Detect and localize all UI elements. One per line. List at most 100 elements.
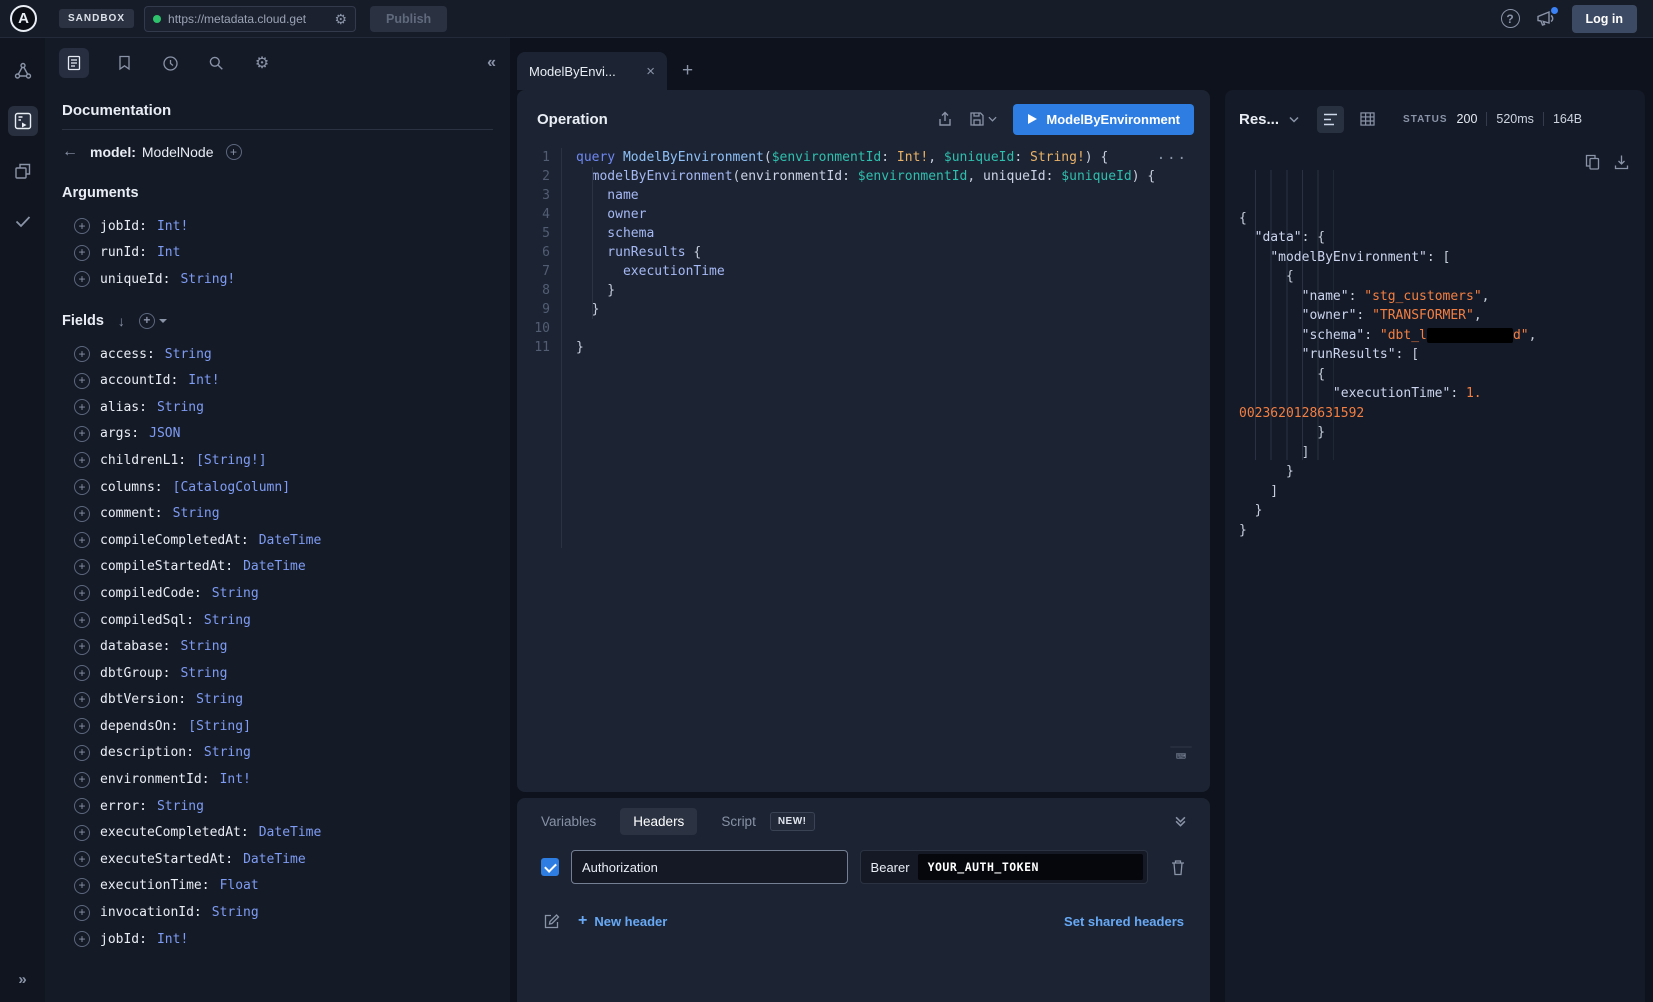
field-row[interactable]: accountId:Int! xyxy=(74,367,493,394)
add-field-to-query-icon[interactable] xyxy=(74,905,90,921)
field-type-link[interactable]: String xyxy=(204,745,251,760)
field-row[interactable]: compiledSql:String xyxy=(74,607,493,634)
field-type-link[interactable]: Int! xyxy=(157,219,188,234)
nav-explorer-icon[interactable] xyxy=(8,106,38,136)
add-field-to-query-icon[interactable] xyxy=(74,452,90,468)
field-type-link[interactable]: Int xyxy=(157,245,180,260)
header-value-input[interactable]: Bearer YOUR_AUTH_TOKEN xyxy=(860,850,1148,884)
apollo-logo[interactable]: A xyxy=(10,5,37,32)
history-icon[interactable] xyxy=(159,52,181,74)
add-all-fields-icon[interactable] xyxy=(139,313,155,329)
tab-variables[interactable]: Variables xyxy=(541,814,596,829)
add-field-to-query-icon[interactable] xyxy=(74,692,90,708)
field-type-link[interactable]: [CatalogColumn] xyxy=(173,480,290,495)
field-type-link[interactable]: String xyxy=(204,613,251,628)
add-type-to-query-icon[interactable] xyxy=(226,144,242,160)
field-row[interactable]: compiledCode:String xyxy=(74,580,493,607)
field-type-link[interactable]: Int! xyxy=(220,772,251,787)
add-field-to-query-icon[interactable] xyxy=(74,399,90,415)
add-field-to-query-icon[interactable] xyxy=(74,878,90,894)
publish-button[interactable]: Publish xyxy=(370,6,447,32)
new-tab-icon[interactable]: + xyxy=(682,60,693,82)
endpoint-url-text[interactable]: https://metadata.cloud.get xyxy=(168,12,327,26)
docs-tab-icon[interactable] xyxy=(59,48,89,78)
field-row[interactable]: description:String xyxy=(74,740,493,767)
add-field-to-query-icon[interactable] xyxy=(74,825,90,841)
field-type-link[interactable]: String! xyxy=(180,272,235,287)
graphql-editor[interactable]: 1234567891011 query ModelByEnvironment($… xyxy=(517,148,1210,548)
add-field-to-query-icon[interactable] xyxy=(74,798,90,814)
field-type-link[interactable]: [String!] xyxy=(196,453,266,468)
field-row[interactable]: runId:Int xyxy=(74,240,493,267)
field-row[interactable]: compileCompletedAt:DateTime xyxy=(74,527,493,554)
share-operation-icon[interactable] xyxy=(937,111,953,127)
search-icon[interactable] xyxy=(205,52,227,74)
settings-gear-icon[interactable]: ⚙ xyxy=(251,52,273,74)
nav-collections-icon[interactable] xyxy=(8,156,38,186)
endpoint-url-input[interactable]: https://metadata.cloud.get ⚙ xyxy=(144,6,356,32)
field-row[interactable]: dbtGroup:String xyxy=(74,660,493,687)
operation-menu-icon[interactable]: ··· xyxy=(1157,150,1188,169)
add-field-to-query-icon[interactable] xyxy=(74,506,90,522)
add-field-to-query-icon[interactable] xyxy=(74,585,90,601)
field-type-link[interactable]: JSON xyxy=(149,426,180,441)
field-row[interactable]: jobId:Int! xyxy=(74,926,493,953)
field-type-link[interactable]: String xyxy=(157,400,204,415)
header-key-input[interactable] xyxy=(571,850,848,884)
field-type-link[interactable]: String xyxy=(212,905,259,920)
add-field-to-query-icon[interactable] xyxy=(74,346,90,362)
table-view-icon[interactable] xyxy=(1354,106,1381,133)
tab-headers[interactable]: Headers xyxy=(620,808,697,835)
field-row[interactable]: invocationId:String xyxy=(74,899,493,926)
tab-script[interactable]: Script xyxy=(721,814,756,829)
run-operation-button[interactable]: ModelByEnvironment xyxy=(1013,104,1194,135)
close-tab-icon[interactable]: × xyxy=(646,64,655,79)
add-field-to-query-icon[interactable] xyxy=(74,639,90,655)
field-type-link[interactable]: Int! xyxy=(188,373,219,388)
back-arrow-icon[interactable]: ← xyxy=(62,143,78,161)
field-row[interactable]: comment:String xyxy=(74,500,493,527)
field-type-link[interactable]: String xyxy=(165,347,212,362)
field-type-link[interactable]: DateTime xyxy=(259,825,322,840)
add-field-to-query-icon[interactable] xyxy=(74,665,90,681)
nav-checks-icon[interactable] xyxy=(8,206,38,236)
collapse-sidebar-icon[interactable]: « xyxy=(487,54,496,72)
announcements-icon[interactable] xyxy=(1536,10,1556,28)
field-type-link[interactable]: String xyxy=(180,666,227,681)
add-field-to-query-icon[interactable] xyxy=(74,931,90,947)
add-field-to-query-icon[interactable] xyxy=(74,532,90,548)
add-field-to-query-icon[interactable] xyxy=(74,745,90,761)
set-shared-headers-link[interactable]: Set shared headers xyxy=(1064,914,1184,929)
field-row[interactable]: database:String xyxy=(74,633,493,660)
response-json[interactable]: { "data": { "modelByEnvironment": [ { "n… xyxy=(1239,150,1631,540)
nav-schema-icon[interactable] xyxy=(8,56,38,86)
field-type-link[interactable]: String xyxy=(180,639,227,654)
field-type-link[interactable]: String xyxy=(173,506,220,521)
add-field-to-query-icon[interactable] xyxy=(74,426,90,442)
formatted-view-icon[interactable] xyxy=(1317,106,1344,133)
field-row[interactable]: executionTime:Float xyxy=(74,873,493,900)
field-row[interactable]: alias:String xyxy=(74,394,493,421)
expand-rail-icon[interactable]: » xyxy=(18,971,26,988)
field-row[interactable]: error:String xyxy=(74,793,493,820)
field-row[interactable]: environmentId:Int! xyxy=(74,766,493,793)
field-row[interactable]: dbtVersion:String xyxy=(74,687,493,714)
endpoint-settings-gear-icon[interactable]: ⚙ xyxy=(334,12,347,26)
code-lines[interactable]: query ModelByEnvironment($environmentId:… xyxy=(562,148,1155,548)
auth-token-chip[interactable]: YOUR_AUTH_TOKEN xyxy=(918,854,1143,880)
field-type-link[interactable]: String xyxy=(212,586,259,601)
field-row[interactable]: uniqueId:String! xyxy=(74,266,493,293)
add-field-to-query-icon[interactable] xyxy=(74,851,90,867)
delete-header-icon[interactable] xyxy=(1170,859,1186,876)
operation-tab[interactable]: ModelByEnvi... × xyxy=(517,52,667,90)
bulk-edit-headers-icon[interactable] xyxy=(543,913,560,930)
field-type-link[interactable]: DateTime xyxy=(243,852,306,867)
field-row[interactable]: executeCompletedAt:DateTime xyxy=(74,819,493,846)
sort-fields-icon[interactable]: ↓ xyxy=(118,313,125,329)
help-icon[interactable]: ? xyxy=(1501,9,1520,28)
new-header-button[interactable]: + New header xyxy=(578,912,667,930)
header-enabled-checkbox[interactable] xyxy=(541,858,559,876)
breadcrumb-type-name[interactable]: ModelNode xyxy=(142,144,214,160)
add-field-to-query-icon[interactable] xyxy=(74,479,90,495)
field-row[interactable]: executeStartedAt:DateTime xyxy=(74,846,493,873)
